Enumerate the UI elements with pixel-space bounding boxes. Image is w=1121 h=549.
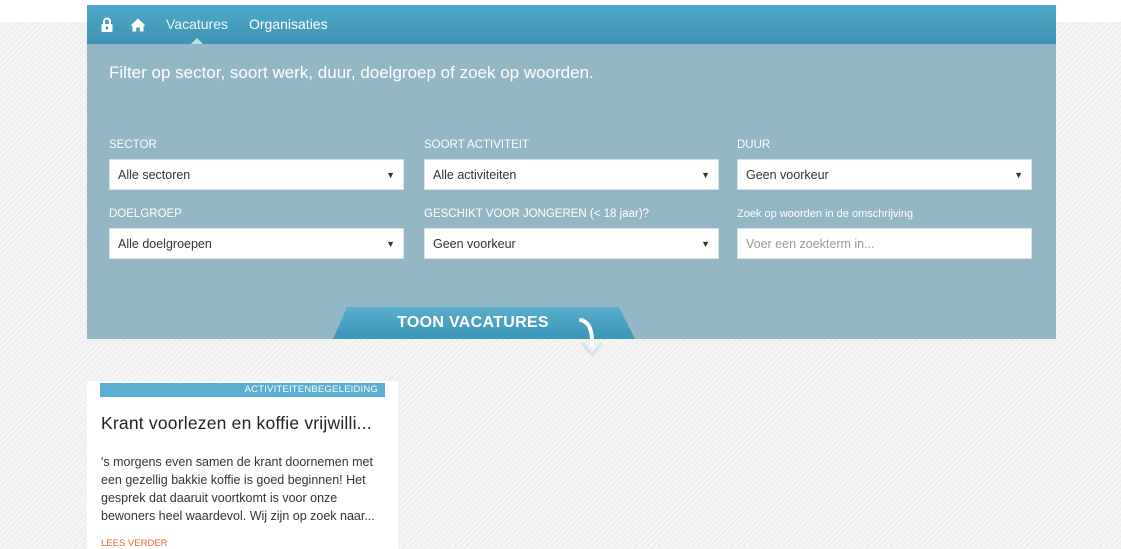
duur-label: DUUR [737,139,771,151]
jongeren-value: Geen voorkeur [433,237,516,251]
nav-vacatures[interactable]: Vacatures [166,5,228,44]
top-navigation: Vacatures Organisaties [87,5,1056,44]
chevron-down-icon: ▼ [386,239,395,249]
jongeren-label: GESCHIKT VOOR JONGEREN (< 18 jaar)? [424,208,650,220]
sector-select[interactable]: Alle sectoren ▼ [109,159,404,190]
toon-vacatures-label: TOON VACATURES [397,314,549,331]
doelgroep-value: Alle doelgroepen [118,237,212,251]
search-input[interactable]: Voer een zoekterm in... [737,228,1032,259]
filter-panel: Vacatures Organisaties Filter op sector,… [87,5,1056,339]
nav-organisaties[interactable]: Organisaties [249,5,328,44]
sector-value: Alle sectoren [118,168,191,182]
chevron-down-icon: ▼ [701,239,710,249]
curved-arrow-icon [579,318,604,357]
chevron-down-icon: ▼ [1014,170,1023,180]
jongeren-select[interactable]: Geen voorkeur ▼ [424,228,719,259]
sector-label: SECTOR [109,139,157,151]
activiteit-label: SOORT ACTIVITEIT [424,139,530,151]
duur-select[interactable]: Geen voorkeur ▼ [737,159,1032,190]
filter-intro: Filter op sector, soort werk, duur, doel… [109,63,594,82]
activiteit-select[interactable]: Alle activiteiten ▼ [424,159,719,190]
zoek-label: Zoek op woorden in de omschrijving [737,208,914,220]
duur-value: Geen voorkeur [746,168,829,182]
home-icon[interactable] [130,17,146,33]
vacancy-card[interactable]: ACTIVITEITENBEGELEIDING Krant voorlezen … [87,381,398,549]
toon-vacatures-wrap: TOON VACATURES [333,307,635,357]
read-more-link[interactable]: LEES VERDER [101,538,168,549]
lock-icon[interactable] [99,17,115,33]
category-badge: ACTIVITEITENBEGELEIDING [100,383,385,397]
doelgroep-select[interactable]: Alle doelgroepen ▼ [109,228,404,259]
activiteit-value: Alle activiteiten [433,168,517,182]
vacancy-title[interactable]: Krant voorlezen en koffie vrijwilli... [101,413,372,434]
vacancy-excerpt: 's morgens even samen de krant doornemen… [101,455,375,523]
doelgroep-label: DOELGROEP [109,208,182,220]
chevron-down-icon: ▼ [386,170,395,180]
chevron-down-icon: ▼ [701,170,710,180]
